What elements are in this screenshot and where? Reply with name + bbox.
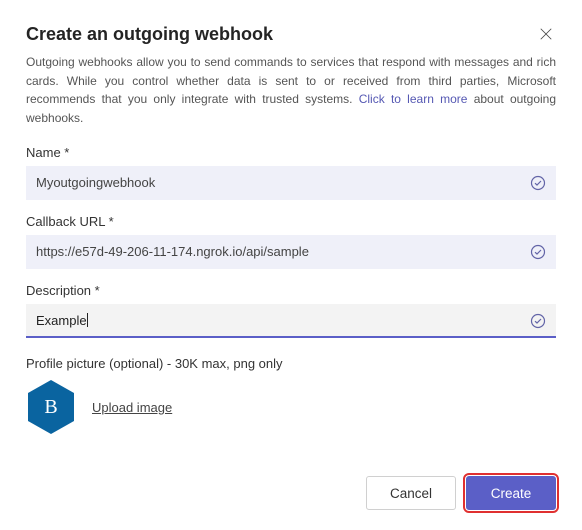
text-caret [87,313,88,327]
hexagon-icon: B [26,379,76,435]
profile-picture-label: Profile picture (optional) - 30K max, pn… [26,356,556,371]
avatar: B [26,379,76,435]
callback-url-input[interactable] [26,235,556,269]
description-label: Description * [26,283,556,298]
name-input[interactable] [26,166,556,200]
learn-more-link[interactable]: Click to learn more [359,92,468,106]
description-input[interactable]: Example [26,304,556,338]
upload-image-link[interactable]: Upload image [92,400,172,415]
name-label: Name * [26,145,556,160]
description-value: Example [36,313,87,328]
close-icon [539,27,553,41]
cancel-button[interactable]: Cancel [366,476,456,510]
svg-text:B: B [44,396,57,418]
close-button[interactable] [536,24,556,44]
dialog-title: Create an outgoing webhook [26,24,273,45]
create-button[interactable]: Create [466,476,556,510]
callback-url-label: Callback URL * [26,214,556,229]
dialog-description: Outgoing webhooks allow you to send comm… [26,53,556,127]
